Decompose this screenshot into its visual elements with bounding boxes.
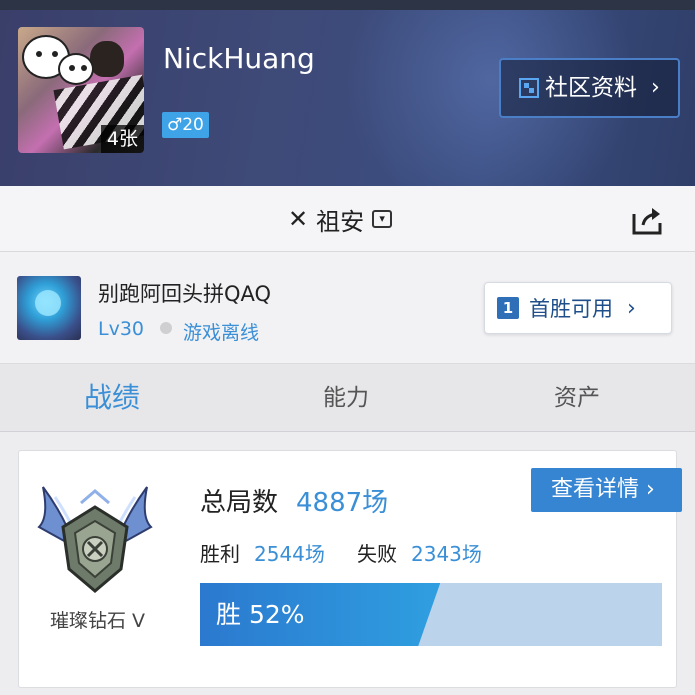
server-name: 祖安	[316, 207, 365, 236]
top-status-strip	[0, 0, 695, 10]
chevron-right-icon: ›	[627, 295, 636, 321]
rank-name: 璀璨钻石 V	[50, 610, 146, 632]
avatar[interactable]: 4张	[18, 27, 144, 153]
wins-value: 2544场	[254, 542, 325, 566]
crossed-swords-icon: ✕	[288, 205, 309, 233]
chevron-right-icon: ›	[651, 75, 660, 100]
offline-status-dot	[160, 322, 172, 334]
losses-label: 失败	[357, 542, 397, 566]
community-profile-label: 社区资料	[545, 75, 637, 101]
nickname: NickHuang	[163, 42, 315, 75]
summoner-level: Lv30	[98, 318, 145, 340]
qr-icon	[519, 78, 539, 98]
tab-ability[interactable]: 能力	[323, 364, 369, 432]
losses-value: 2343场	[411, 542, 482, 566]
summoner-name: 别跑阿回头拼QAQ	[98, 282, 272, 306]
game-status: 游戏离线	[183, 322, 260, 344]
share-icon[interactable]	[631, 206, 663, 236]
first-win-button[interactable]: 1 首胜可用 ›	[484, 282, 672, 334]
tab-record[interactable]: 战绩	[84, 364, 140, 432]
champion-icon[interactable]	[17, 276, 81, 340]
chevron-down-icon: ▾	[372, 210, 393, 228]
total-games-label: 总局数	[200, 488, 279, 518]
diamond-rank-emblem	[37, 486, 153, 593]
first-win-label: 首胜可用	[529, 297, 613, 321]
tab-bar: 战绩 能力 资产	[0, 364, 695, 432]
total-games-value: 4887场	[296, 488, 389, 518]
view-details-label: 查看详情	[551, 477, 640, 502]
gender-age-badge: ♂20	[162, 112, 209, 138]
win-rate-bar: 胜 52%	[200, 583, 662, 646]
avatar-sticker	[58, 53, 94, 85]
view-details-button[interactable]: 查看详情 ›	[531, 468, 682, 512]
server-selector[interactable]: ✕ 祖安 ▾	[288, 186, 393, 252]
community-profile-button[interactable]: 社区资料 ›	[499, 58, 680, 118]
server-bar: ✕ 祖安 ▾	[0, 186, 695, 252]
tab-assets[interactable]: 资产	[554, 364, 600, 432]
win-rate-text: 胜 52%	[216, 600, 305, 629]
chevron-right-icon: ›	[646, 477, 655, 502]
wins-label: 胜利	[200, 542, 240, 566]
avatar-person	[90, 41, 124, 77]
photo-count-badge: 4张	[100, 125, 144, 153]
first-win-number-badge: 1	[497, 297, 519, 319]
